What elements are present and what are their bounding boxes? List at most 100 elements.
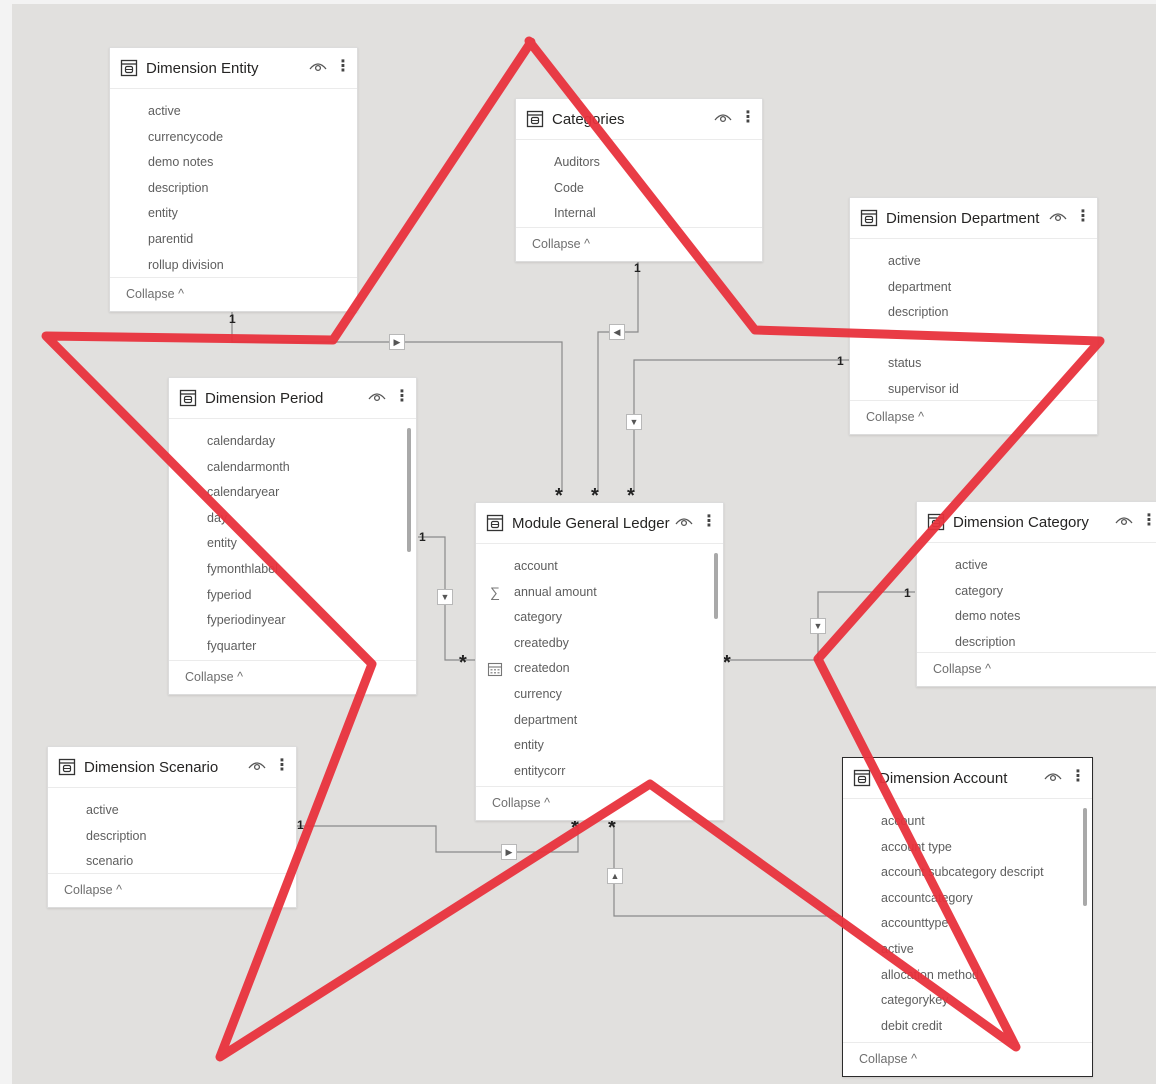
arrow-down-icon: ▼: [626, 414, 642, 430]
eye-icon[interactable]: [1044, 770, 1062, 784]
more-options-icon[interactable]: ⋮: [394, 389, 410, 405]
collapse-button[interactable]: Collapse ^: [476, 786, 723, 820]
field-item[interactable]: Internal: [516, 201, 762, 227]
field-item[interactable]: createdby: [476, 631, 723, 657]
field-item[interactable]: category: [476, 605, 723, 631]
field-item[interactable]: account type: [843, 835, 1092, 861]
table-icon: [486, 514, 504, 532]
card-header[interactable]: Dimension Scenario ⋮: [48, 747, 296, 788]
field-item[interactable]: calendaryear: [169, 480, 416, 506]
field-item[interactable]: day: [169, 506, 416, 532]
collapse-button[interactable]: Collapse ^: [850, 400, 1097, 434]
field-item[interactable]: Auditors: [516, 150, 762, 176]
card-title: Dimension Scenario: [84, 758, 219, 776]
field-label: createdon: [514, 661, 570, 676]
field-item[interactable]: fyperiod: [169, 583, 416, 609]
field-item[interactable]: entitycorr: [476, 759, 723, 785]
field-item[interactable]: debit credit: [843, 1014, 1092, 1040]
eye-icon[interactable]: [1115, 514, 1133, 528]
field-item[interactable]: rollup division: [110, 253, 357, 279]
field-item[interactable]: description: [48, 824, 296, 850]
collapse-button[interactable]: Collapse ^: [169, 660, 416, 694]
eye-icon[interactable]: [368, 390, 386, 404]
field-item[interactable]: currency: [476, 682, 723, 708]
table-icon: [58, 758, 76, 776]
more-options-icon[interactable]: ⋮: [1141, 513, 1156, 529]
card-header[interactable]: Dimension Entity ⋮: [110, 48, 357, 89]
field-item[interactable]: entity: [476, 733, 723, 759]
field-item[interactable]: department: [850, 275, 1097, 301]
card-header[interactable]: Categories ⋮: [516, 99, 762, 140]
eye-icon[interactable]: [675, 515, 693, 529]
field-item[interactable]: Code: [516, 176, 762, 202]
table-card-dimension-scenario[interactable]: Dimension Scenario ⋮ active description …: [47, 746, 297, 908]
table-card-dimension-category[interactable]: Dimension Category ⋮ active category dem…: [916, 501, 1156, 687]
collapse-button[interactable]: Collapse ^: [110, 277, 357, 311]
more-options-icon[interactable]: ⋮: [335, 59, 351, 75]
table-card-dimension-department[interactable]: Dimension Department ⋮ active department…: [849, 197, 1098, 435]
field-item[interactable]: supervisor id: [850, 377, 1097, 403]
eye-icon[interactable]: [714, 111, 732, 125]
more-options-icon[interactable]: ⋮: [701, 514, 717, 530]
table-card-dimension-account[interactable]: Dimension Account ⋮ account account type…: [842, 757, 1093, 1077]
arrow-up-icon: ▲: [607, 868, 623, 884]
field-item[interactable]: entity: [110, 201, 357, 227]
more-options-icon[interactable]: ⋮: [1075, 209, 1091, 225]
more-options-icon[interactable]: ⋮: [1070, 769, 1086, 785]
card-header[interactable]: Dimension Period ⋮: [169, 378, 416, 419]
field-item[interactable]: department: [476, 708, 723, 734]
field-item[interactable]: status: [850, 351, 1097, 377]
field-item[interactable]: active: [843, 937, 1092, 963]
table-card-module-general-ledger[interactable]: Module General Ledger ⋮ account ∑ annual …: [475, 502, 724, 821]
field-item[interactable]: currencycode: [110, 125, 357, 151]
field-item[interactable]: fyperiodinyear: [169, 608, 416, 634]
more-options-icon[interactable]: ⋮: [740, 110, 756, 126]
card-title: Module General Ledger: [512, 514, 670, 532]
field-item[interactable]: demo notes: [917, 604, 1156, 630]
field-item[interactable]: calendarday: [169, 429, 416, 455]
field-item[interactable]: active: [850, 249, 1097, 275]
field-item[interactable]: account subcategory descript: [843, 860, 1092, 886]
eye-icon[interactable]: [1049, 210, 1067, 224]
field-item[interactable]: createdon: [476, 656, 723, 682]
collapse-button[interactable]: Collapse ^: [48, 873, 296, 907]
field-item[interactable]: demo notes: [110, 150, 357, 176]
field-item[interactable]: fyquarter: [169, 634, 416, 660]
card-header[interactable]: Dimension Category ⋮: [917, 502, 1156, 543]
collapse-button[interactable]: Collapse ^: [843, 1042, 1092, 1076]
field-item[interactable]: accountcategory: [843, 886, 1092, 912]
card-header[interactable]: Module General Ledger ⋮: [476, 503, 723, 544]
field-item[interactable]: entity: [169, 531, 416, 557]
table-card-dimension-period[interactable]: Dimension Period ⋮ calendarday calendarm…: [168, 377, 417, 695]
field-item[interactable]: calendarmonth: [169, 455, 416, 481]
field-item[interactable]: account: [843, 809, 1092, 835]
field-item[interactable]: category: [917, 579, 1156, 605]
field-item[interactable]: description: [850, 300, 1097, 326]
eye-icon[interactable]: [248, 759, 266, 773]
field-item[interactable]: active: [110, 99, 357, 125]
field-item[interactable]: account: [476, 554, 723, 580]
more-options-icon[interactable]: ⋮: [274, 758, 290, 774]
field-item[interactable]: active: [917, 553, 1156, 579]
collapse-button[interactable]: Collapse ^: [516, 227, 762, 261]
card-header[interactable]: Dimension Account ⋮: [843, 758, 1092, 799]
field-item[interactable]: categorykey: [843, 988, 1092, 1014]
cardinality-many: *: [723, 652, 731, 674]
table-card-categories[interactable]: Categories ⋮ Auditors Code Internal Coll…: [515, 98, 763, 262]
field-item[interactable]: [850, 326, 1097, 352]
field-item[interactable]: accounttype: [843, 911, 1092, 937]
cardinality-many: *: [459, 652, 467, 674]
field-item[interactable]: fymonthlabel: [169, 557, 416, 583]
field-item[interactable]: parentid: [110, 227, 357, 253]
collapse-button[interactable]: Collapse ^: [917, 652, 1156, 686]
field-item[interactable]: active: [48, 798, 296, 824]
field-item[interactable]: ∑ annual amount: [476, 580, 723, 606]
field-list: account ∑ annual amount category createdb…: [476, 544, 723, 784]
field-item[interactable]: allocation method: [843, 963, 1092, 989]
field-list: active category demo notes description: [917, 543, 1156, 655]
field-item[interactable]: description: [110, 176, 357, 202]
card-header[interactable]: Dimension Department ⋮: [850, 198, 1097, 239]
eye-icon[interactable]: [309, 60, 327, 74]
table-card-dimension-entity[interactable]: Dimension Entity ⋮ active currencycode d…: [109, 47, 358, 312]
field-item[interactable]: scenario: [48, 849, 296, 875]
